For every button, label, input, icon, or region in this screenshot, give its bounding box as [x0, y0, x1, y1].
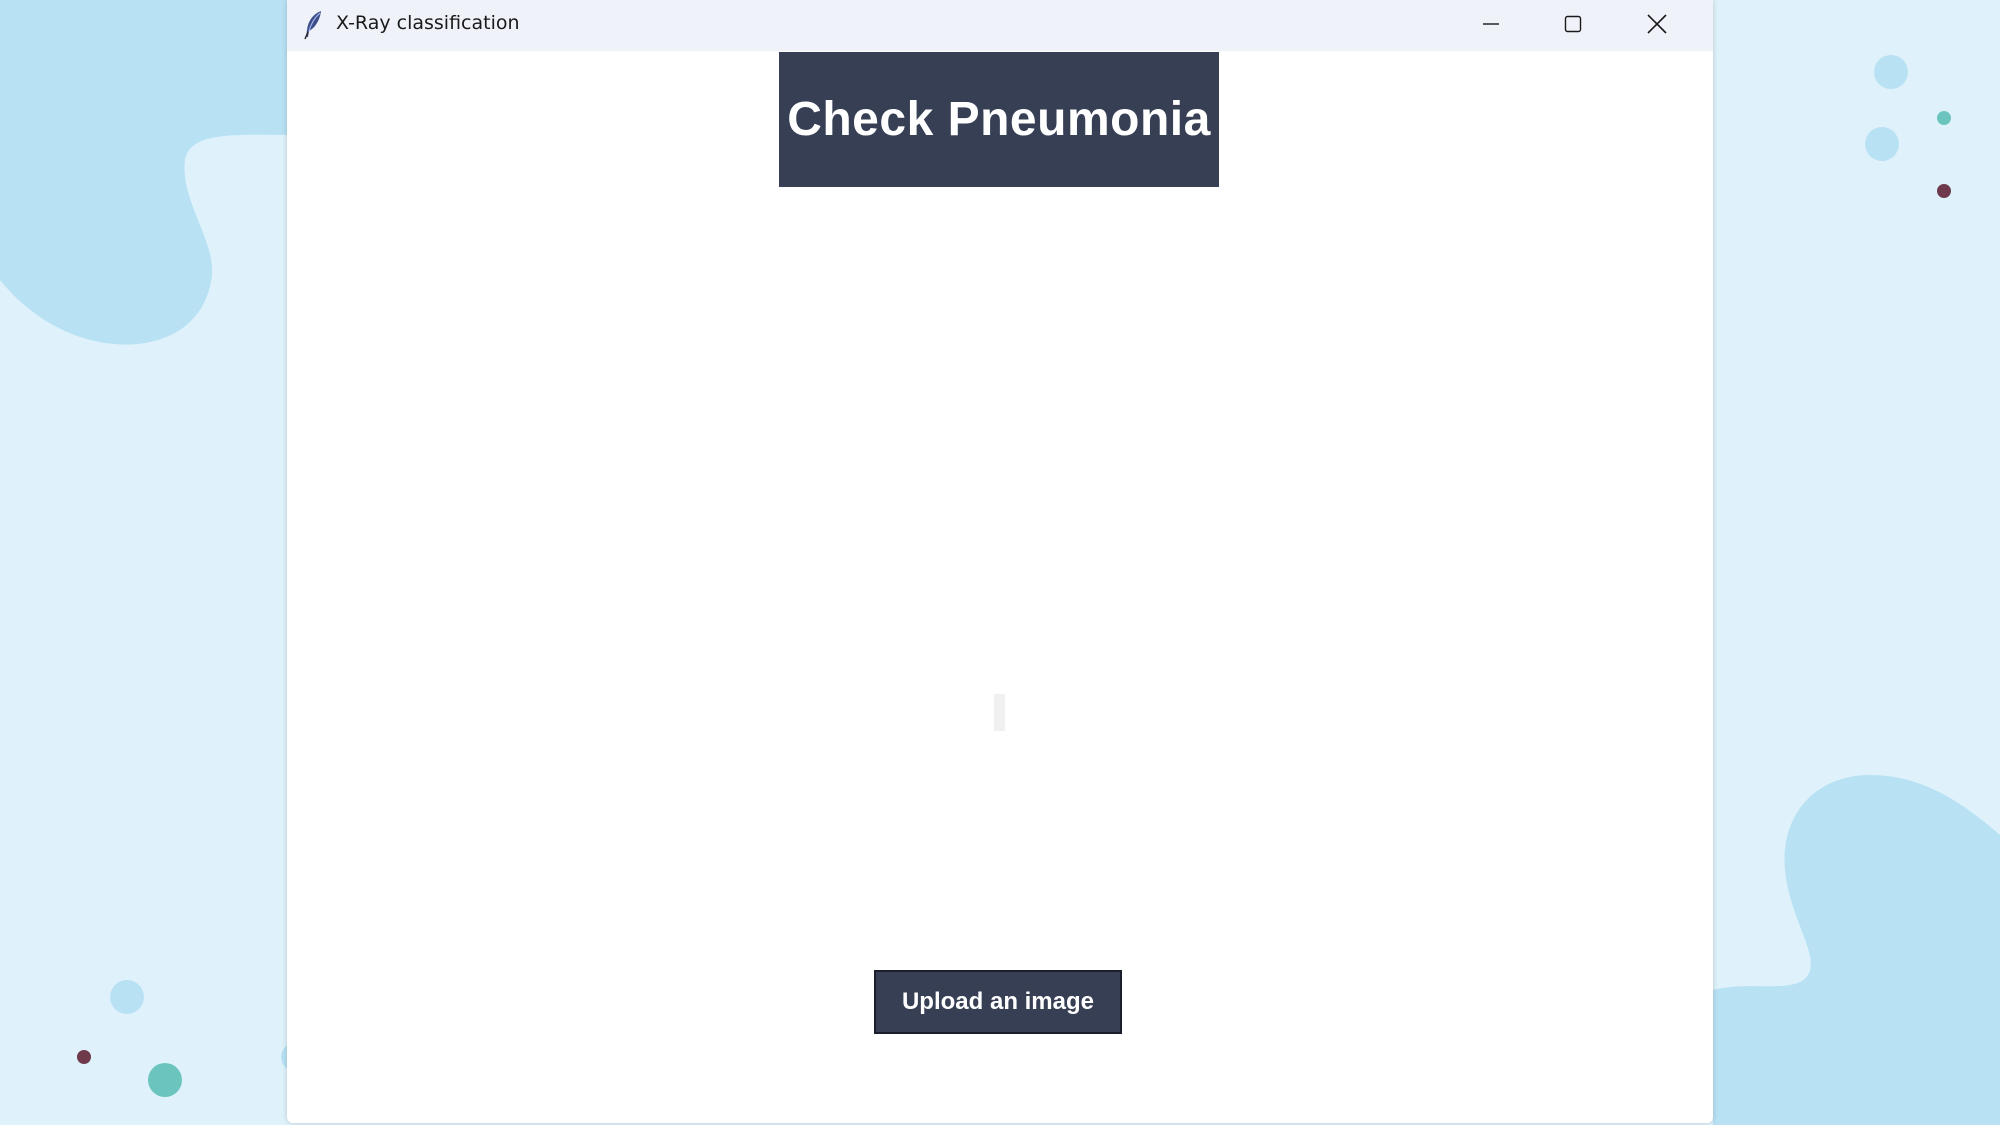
- image-display-area: [994, 694, 1005, 731]
- feather-icon: [304, 11, 321, 40]
- minimize-button[interactable]: [1464, 0, 1518, 48]
- app-window: X-Ray classification Check Pneumonia Upl…: [287, 0, 1713, 1123]
- upload-button-label: Upload an image: [901, 988, 1095, 1015]
- maximize-icon: [1564, 15, 1582, 33]
- close-button[interactable]: [1627, 0, 1687, 48]
- upload-image-button[interactable]: Upload an image: [874, 970, 1122, 1034]
- maximize-button[interactable]: [1546, 0, 1600, 48]
- minimize-icon: [1483, 23, 1499, 25]
- header-banner: Check Pneumonia: [779, 52, 1219, 187]
- close-icon: [1647, 14, 1667, 34]
- page-title: Check Pneumonia: [787, 93, 1211, 146]
- window-title: X-Ray classification: [336, 12, 520, 34]
- title-bar[interactable]: X-Ray classification: [287, 0, 1713, 51]
